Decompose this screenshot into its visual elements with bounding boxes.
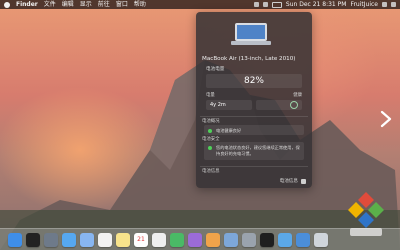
divider bbox=[200, 116, 308, 117]
menu-file[interactable]: 文件 bbox=[44, 0, 56, 9]
menu-view[interactable]: 显示 bbox=[80, 0, 92, 9]
notification-center-icon[interactable] bbox=[391, 2, 396, 7]
menu-help[interactable]: 帮助 bbox=[134, 0, 146, 9]
facetime-icon[interactable] bbox=[170, 232, 184, 247]
laptop-icon bbox=[231, 23, 271, 45]
stats-right-label: 健康 bbox=[293, 93, 302, 98]
footer-label[interactable]: 电池信息 bbox=[280, 178, 298, 184]
section-title: 电池信息 bbox=[202, 169, 220, 174]
next-arrow-icon[interactable] bbox=[380, 110, 392, 128]
spotlight-icon[interactable] bbox=[382, 2, 387, 7]
stats-left-label: 电量 bbox=[206, 93, 215, 98]
finder-icon[interactable] bbox=[8, 232, 22, 247]
green-status-icon bbox=[208, 146, 212, 150]
green-status-icon bbox=[208, 129, 212, 133]
downloads-icon[interactable] bbox=[296, 232, 310, 247]
terminal-icon[interactable] bbox=[260, 232, 274, 247]
battery-status-icon[interactable] bbox=[271, 1, 282, 8]
section-title: 电池概况 bbox=[202, 119, 220, 124]
itunes-icon[interactable] bbox=[188, 232, 202, 247]
reminders-icon[interactable] bbox=[152, 232, 166, 247]
colorful-logo-icon bbox=[348, 192, 384, 236]
wifi-icon[interactable] bbox=[253, 2, 259, 7]
safety-text: 您的电池状态良好，建议您继续正常使用，保持良好的充电习惯。 bbox=[216, 145, 300, 156]
health-ring-icon bbox=[290, 101, 298, 109]
launchpad-icon[interactable] bbox=[44, 232, 58, 247]
folder-icon[interactable] bbox=[278, 232, 292, 247]
mail-icon[interactable] bbox=[80, 232, 94, 247]
health-cell bbox=[256, 100, 302, 110]
battery-popover: MacBook Air (13-inch, Late 2010) 电池电量 82… bbox=[196, 12, 312, 188]
time-remaining-cell: 4y 2m bbox=[206, 100, 252, 110]
trash-icon[interactable] bbox=[314, 232, 328, 247]
battery-percentage: 82% bbox=[206, 74, 302, 88]
time-remaining: 4y 2m bbox=[210, 102, 226, 108]
divider bbox=[200, 166, 308, 167]
calendar-icon[interactable]: 21 bbox=[134, 232, 148, 247]
menu-window[interactable]: 窗口 bbox=[116, 0, 128, 9]
menu-finder[interactable]: Finder bbox=[16, 0, 38, 9]
system-preferences-icon[interactable] bbox=[242, 232, 256, 247]
menu-bar: Finder 文件 编辑 显示 前往 窗口 帮助 Sun Dec 21 8:31… bbox=[0, 0, 400, 9]
battery-title: 电池电量 bbox=[206, 67, 225, 72]
clock[interactable]: Sun Dec 21 8:31 PM bbox=[286, 0, 347, 9]
calendar-day: 21 bbox=[137, 235, 145, 243]
dashboard-icon[interactable] bbox=[26, 232, 40, 247]
notes-icon[interactable] bbox=[116, 232, 130, 247]
battery-stats: 电量 健康 4y 2m bbox=[206, 92, 302, 110]
ibooks-icon[interactable] bbox=[206, 232, 220, 247]
menu-edit[interactable]: 编辑 bbox=[62, 0, 74, 9]
photos-icon[interactable] bbox=[98, 232, 112, 247]
safari-icon[interactable] bbox=[62, 232, 76, 247]
mac-model-name: MacBook Air (13-inch, Late 2010) bbox=[202, 56, 296, 62]
energy-icon[interactable] bbox=[301, 179, 306, 184]
status-text: 电池健康良好 bbox=[216, 128, 242, 133]
status-box: 电池健康良好 bbox=[204, 125, 304, 135]
app-store-icon[interactable] bbox=[224, 232, 238, 247]
volume-icon[interactable] bbox=[262, 2, 268, 7]
menu-go[interactable]: 前往 bbox=[98, 0, 110, 9]
safety-box: 您的电池状态良好，建议您继续正常使用，保持良好的充电习惯。 bbox=[204, 142, 304, 160]
user-name[interactable]: FruitJuice bbox=[350, 0, 378, 9]
apple-menu-icon[interactable] bbox=[4, 1, 10, 8]
